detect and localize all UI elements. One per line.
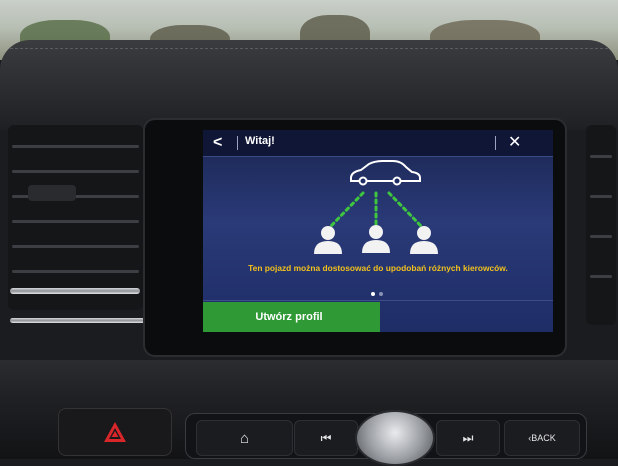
person-icon [410, 226, 438, 254]
person-icon [314, 226, 342, 254]
dashboard-top [0, 40, 618, 130]
dashboard-stitching [10, 48, 608, 49]
person-icon [362, 225, 390, 253]
back-button-label: ‹BACK [528, 433, 556, 443]
next-track-button[interactable]: ⏭ [436, 420, 500, 456]
title-separator [237, 136, 238, 150]
left-chrome-trim [10, 288, 140, 294]
home-icon: ⌂ [239, 429, 250, 447]
create-profile-button[interactable]: Utwórz profil [203, 302, 380, 332]
screen-title: Witaj! [245, 135, 275, 147]
left-chrome-trim-lower [10, 318, 145, 323]
screen-title-bar: < Witaj! ✕ [203, 130, 553, 157]
dotted-connector-lines [329, 191, 423, 228]
screen-divider [203, 300, 553, 301]
close-separator [495, 136, 496, 150]
back-icon[interactable]: < [213, 133, 229, 153]
vent-tab[interactable] [28, 185, 76, 201]
page-dot [379, 292, 383, 296]
previous-track-button[interactable]: ⏮ [294, 420, 358, 456]
infotainment-screen: < Witaj! ✕ Ten pojazd można dostosować d… [203, 130, 553, 332]
page-dot-active [371, 292, 375, 296]
home-button[interactable]: ⌂ [196, 420, 293, 456]
left-air-vent[interactable] [8, 125, 143, 310]
hazard-icon [104, 422, 126, 442]
back-button[interactable]: ‹BACK [504, 420, 580, 456]
hazard-button[interactable] [58, 408, 172, 456]
page-indicator [371, 292, 391, 298]
car-icon [350, 160, 421, 186]
profile-message: Ten pojazd można dostosować do upodobań … [248, 263, 508, 273]
volume-knob[interactable] [355, 410, 435, 466]
right-air-vent[interactable] [586, 125, 616, 325]
close-icon[interactable]: ✕ [508, 133, 521, 153]
profiles-illustration [314, 160, 438, 254]
previous-track-icon: ⏮ [320, 430, 332, 445]
next-track-icon: ⏭ [462, 430, 474, 445]
